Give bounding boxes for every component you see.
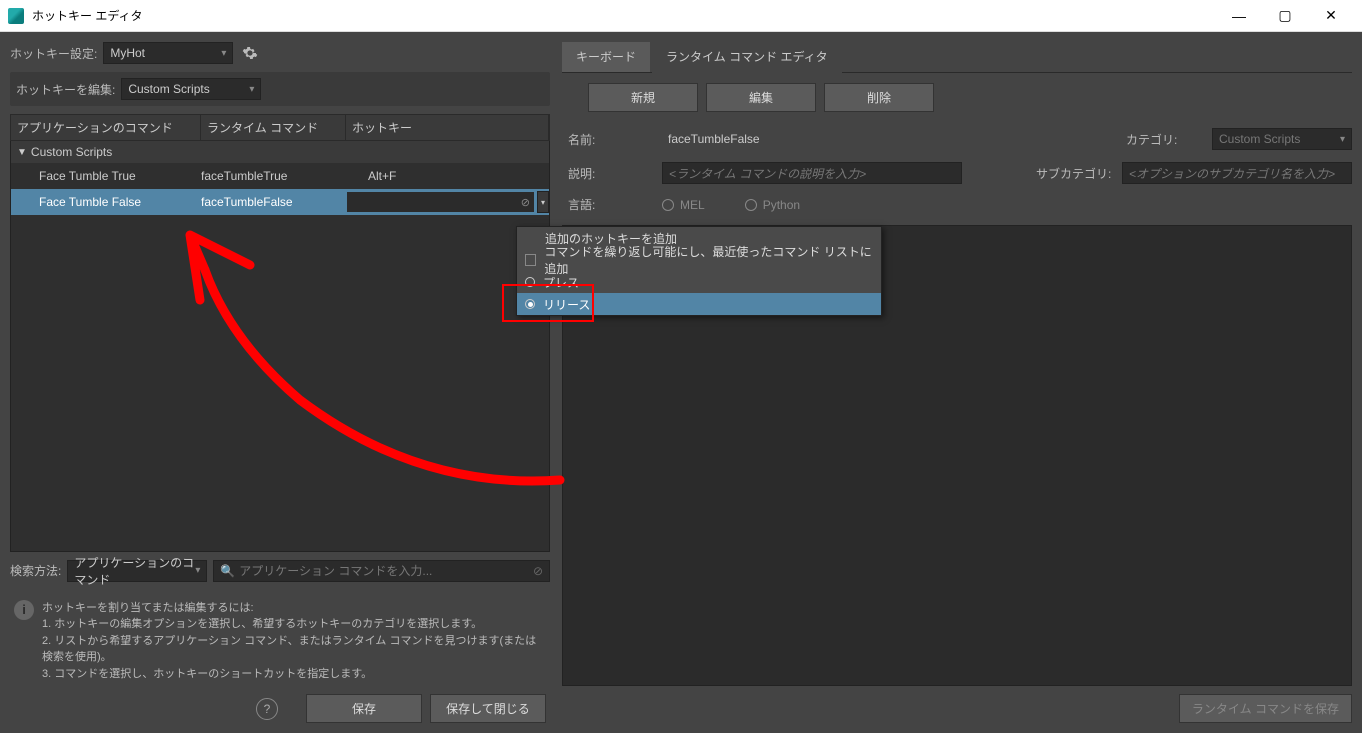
cell-app: Face Tumble False <box>11 195 201 209</box>
menu-repeatable[interactable]: コマンドを繰り返し可能にし、最近使ったコマンド リストに追加 <box>517 249 881 271</box>
window-title: ホットキー エディタ <box>32 7 1216 24</box>
help-line: 3. コマンドを選択し、ホットキーのショートカットを指定します。 <box>42 666 546 683</box>
category-combo[interactable]: Custom Scripts ▾ <box>1212 128 1352 150</box>
save-button[interactable]: 保存 <box>306 694 422 723</box>
app-logo-icon <box>8 8 24 24</box>
gear-icon[interactable] <box>239 42 261 64</box>
hotkey-settings-value: MyHot <box>110 46 145 60</box>
radio-icon <box>662 199 674 211</box>
hotkey-dropdown-button[interactable]: ▾ <box>537 191 549 213</box>
col-runtime-command[interactable]: ランタイム コマンド <box>201 115 346 140</box>
save-runtime-button[interactable]: ランタイム コマンドを保存 <box>1179 694 1352 723</box>
radio-selected-icon <box>525 299 535 309</box>
radio-icon <box>745 199 757 211</box>
clear-search-icon[interactable]: ⊘ <box>533 564 543 578</box>
subcategory-input[interactable]: <オプションのサブカテゴリ名を入力> <box>1122 162 1352 184</box>
triangle-down-icon: ▼ <box>17 147 27 158</box>
search-mode-value: アプリケーションのコマンド <box>74 554 195 588</box>
language-label: 言語: <box>562 196 662 213</box>
edit-hotkey-combo[interactable]: Custom Scripts ▾ <box>121 78 261 100</box>
name-label: 名前: <box>562 131 662 148</box>
col-hotkey[interactable]: ホットキー <box>346 115 549 140</box>
chevron-down-icon: ▾ <box>249 84 254 95</box>
cell-rt: faceTumbleTrue <box>201 169 346 183</box>
edit-hotkey-label: ホットキーを編集: <box>16 81 115 98</box>
command-tree[interactable]: ▼ Custom Scripts Face Tumble True faceTu… <box>10 141 550 552</box>
edit-hotkey-value: Custom Scripts <box>128 82 209 96</box>
cell-hk: ⊘ ▾ <box>346 191 549 213</box>
clear-icon[interactable]: ⊘ <box>521 196 530 209</box>
cell-hk: Alt+F <box>346 169 549 183</box>
checkbox-icon <box>525 254 536 266</box>
table-header: アプリケーションのコマンド ランタイム コマンド ホットキー <box>10 114 550 141</box>
col-app-command[interactable]: アプリケーションのコマンド <box>11 115 201 140</box>
left-panel: ホットキー設定: MyHot ▾ ホットキーを編集: Custom Script… <box>0 32 556 733</box>
name-value: faceTumbleFalse <box>662 128 962 150</box>
help-panel: i ホットキーを割り当てまたは編集するには: 1. ホットキーの編集オプションを… <box>10 596 550 687</box>
python-radio[interactable]: Python <box>745 198 800 212</box>
group-label: Custom Scripts <box>31 145 112 159</box>
info-icon: i <box>14 600 34 620</box>
right-panel: キーボード ランタイム コマンド エディタ 新規 編集 削除 名前: faceT… <box>556 32 1362 733</box>
cell-app: Face Tumble True <box>11 169 201 183</box>
maximize-button[interactable]: ▢ <box>1262 0 1308 32</box>
hotkey-input[interactable]: ⊘ <box>346 191 535 213</box>
search-input[interactable]: 🔍 アプリケーション コマンドを入力... ⊘ <box>213 560 550 582</box>
cell-rt: faceTumbleFalse <box>201 195 346 209</box>
close-button[interactable]: ✕ <box>1308 0 1354 32</box>
table-row[interactable]: Face Tumble True faceTumbleTrue Alt+F <box>11 163 549 189</box>
search-mode-combo[interactable]: アプリケーションのコマンド ▾ <box>67 560 207 582</box>
help-button[interactable]: ? <box>256 698 278 720</box>
help-line: 2. リストから希望するアプリケーション コマンド、またはランタイム コマンドを… <box>42 633 546 666</box>
minimize-button[interactable]: — <box>1216 0 1262 32</box>
search-label: 検索方法: <box>10 562 61 579</box>
chevron-down-icon: ▾ <box>1340 134 1345 145</box>
search-icon: 🔍 <box>220 564 235 578</box>
help-line: 1. ホットキーの編集オプションを選択し、希望するホットキーのカテゴリを選択しま… <box>42 616 546 633</box>
description-input[interactable]: <ランタイム コマンドの説明を入力> <box>662 162 962 184</box>
tab-runtime-editor[interactable]: ランタイム コマンド エディタ <box>652 42 842 73</box>
hotkey-settings-label: ホットキー設定: <box>10 45 97 62</box>
chevron-down-icon: ▾ <box>195 565 200 576</box>
chevron-down-icon: ▾ <box>221 48 226 59</box>
tree-group-custom-scripts[interactable]: ▼ Custom Scripts <box>11 141 549 163</box>
tab-keyboard[interactable]: キーボード <box>562 42 650 72</box>
hotkey-settings-combo[interactable]: MyHot ▾ <box>103 42 233 64</box>
edit-button[interactable]: 編集 <box>706 83 816 112</box>
help-title: ホットキーを割り当てまたは編集するには: <box>42 600 546 617</box>
delete-button[interactable]: 削除 <box>824 83 934 112</box>
save-close-button[interactable]: 保存して閉じる <box>430 694 546 723</box>
new-button[interactable]: 新規 <box>588 83 698 112</box>
mel-radio[interactable]: MEL <box>662 198 705 212</box>
category-label: カテゴリ: <box>1126 131 1212 148</box>
category-value: Custom Scripts <box>1219 132 1300 146</box>
hotkey-context-menu: 追加のホットキーを追加 コマンドを繰り返し可能にし、最近使ったコマンド リストに… <box>516 226 882 316</box>
search-placeholder: アプリケーション コマンドを入力... <box>239 562 432 579</box>
tabs: キーボード ランタイム コマンド エディタ <box>562 42 1352 73</box>
table-row-selected[interactable]: Face Tumble False faceTumbleFalse ⊘ ▾ <box>11 189 549 215</box>
description-label: 説明: <box>562 165 662 182</box>
subcategory-label: サブカテゴリ: <box>1036 165 1122 182</box>
menu-release[interactable]: リリース <box>517 293 881 315</box>
titlebar: ホットキー エディタ — ▢ ✕ <box>0 0 1362 32</box>
radio-icon <box>525 277 535 287</box>
